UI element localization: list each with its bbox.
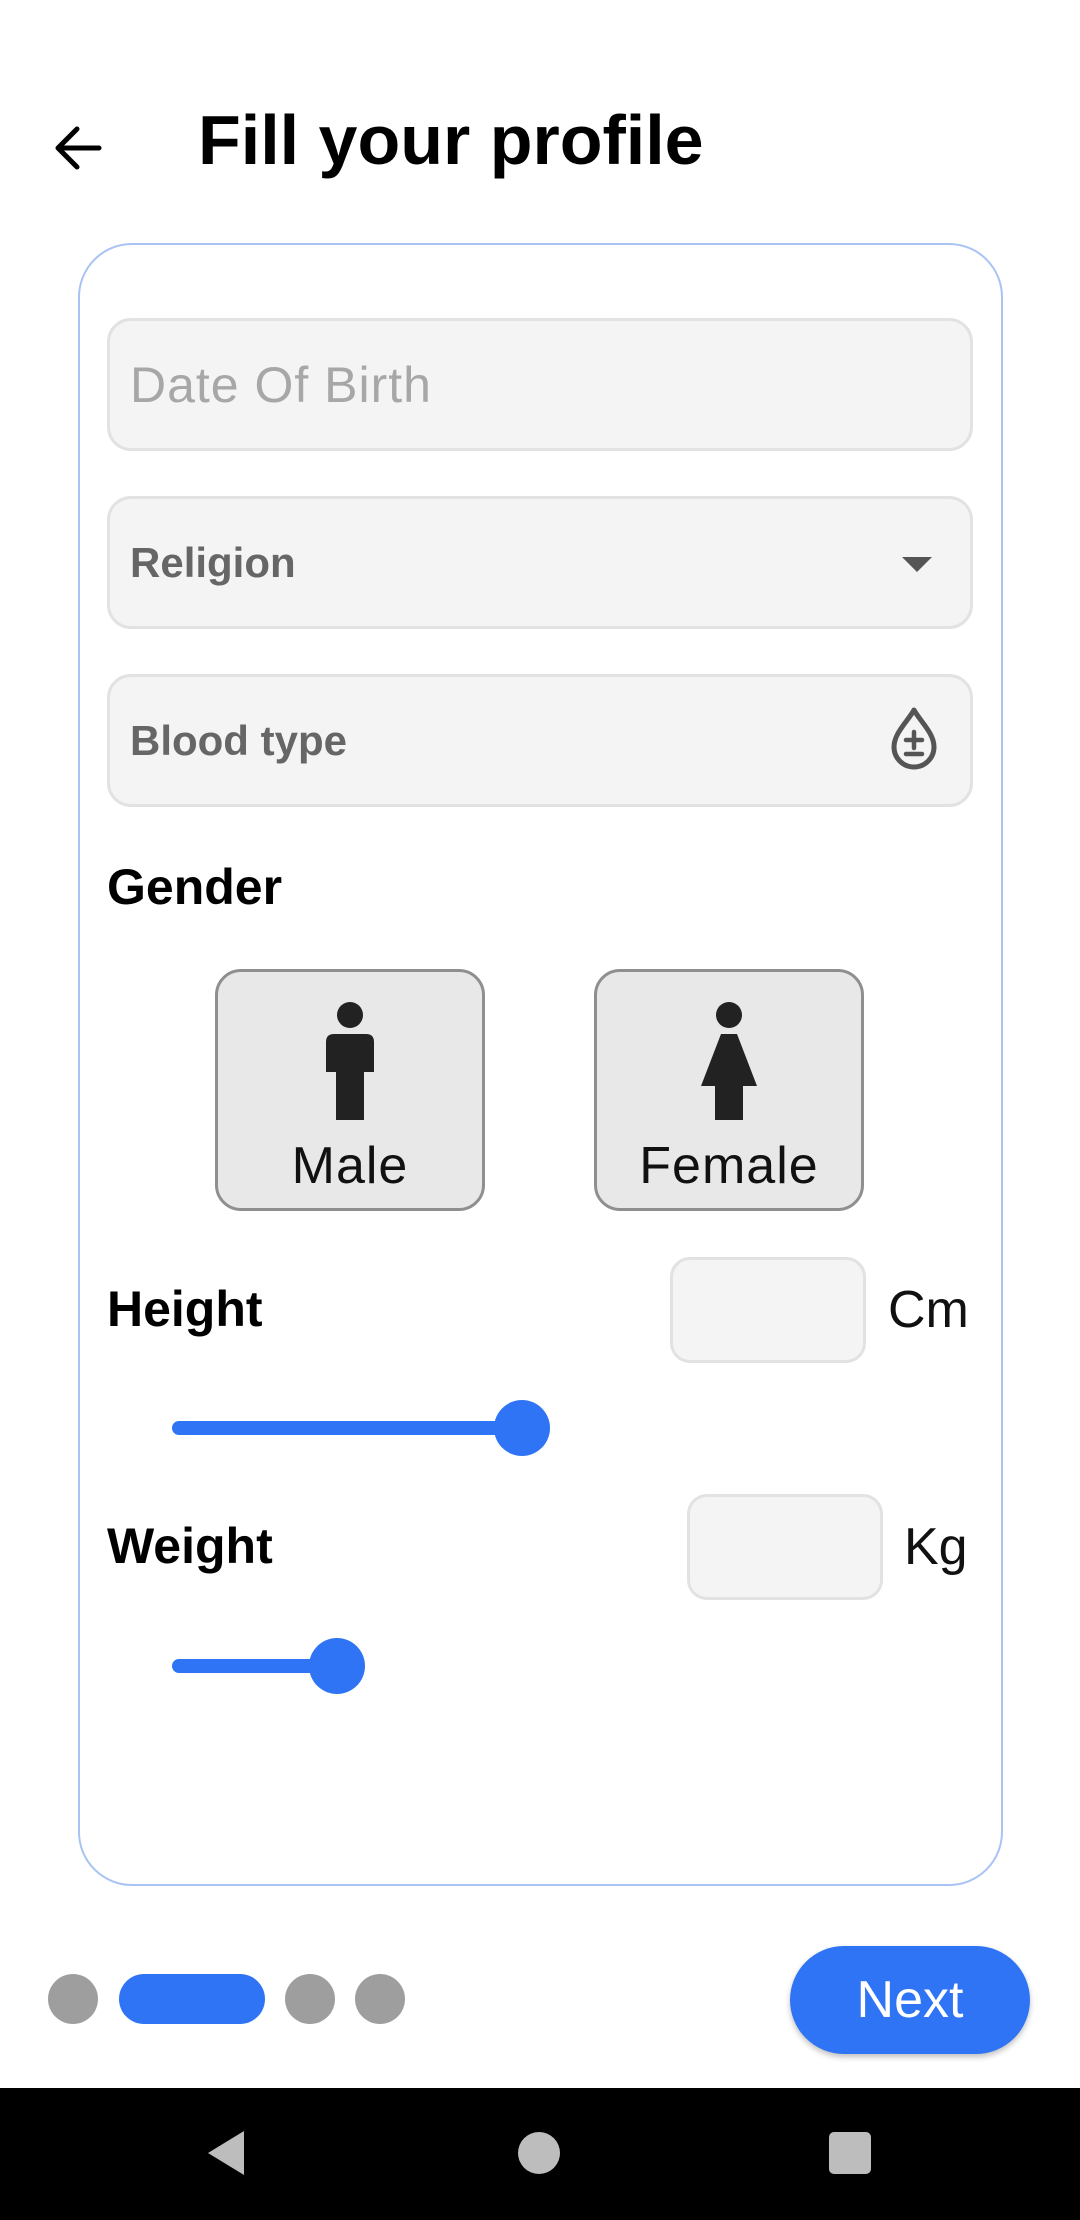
male-person-icon [326, 1002, 374, 1120]
header: Fill your profile [0, 0, 1080, 230]
weight-slider-thumb[interactable] [309, 1638, 365, 1694]
page-dot [48, 1974, 98, 2024]
blood-type-field[interactable]: Blood type [107, 674, 973, 807]
weight-slider[interactable] [172, 1638, 672, 1694]
height-slider-track [172, 1421, 522, 1435]
gender-label: Gender [107, 859, 283, 915]
date-of-birth-placeholder: Date Of Birth [130, 356, 432, 413]
page-dot-active [119, 1974, 265, 2024]
weight-unit: Kg [904, 1518, 968, 1576]
height-unit: Cm [888, 1281, 969, 1339]
gender-female-button[interactable]: Female [594, 969, 864, 1211]
religion-dropdown[interactable]: Religion [107, 496, 973, 629]
nav-home-icon[interactable] [518, 2132, 560, 2174]
gender-male-label: Male [291, 1137, 409, 1195]
height-slider-thumb[interactable] [494, 1400, 550, 1456]
nav-back-icon[interactable] [204, 2128, 248, 2178]
religion-label: Religion [130, 538, 296, 586]
arrow-left-icon [55, 126, 102, 170]
nav-recent-icon[interactable] [829, 2132, 871, 2174]
date-of-birth-field[interactable]: Date Of Birth [107, 318, 973, 451]
next-button[interactable]: Next [790, 1946, 1030, 2054]
blood-drop-plus-minus-icon [891, 707, 937, 770]
back-button[interactable] [40, 110, 116, 186]
height-input[interactable] [670, 1257, 866, 1363]
height-label: Height [107, 1281, 263, 1337]
height-slider[interactable] [172, 1400, 672, 1456]
weight-input[interactable] [687, 1494, 883, 1600]
dropdown-arrow-icon [902, 557, 932, 572]
page-title: Fill your profile [198, 101, 704, 179]
gender-female-label: Female [639, 1137, 819, 1195]
page-dot [285, 1974, 335, 2024]
blood-type-label: Blood type [130, 716, 347, 764]
gender-male-button[interactable]: Male [215, 969, 485, 1211]
page-dot [355, 1974, 405, 2024]
system-navigation-bar [0, 2088, 1080, 2220]
female-person-icon [701, 1002, 757, 1120]
weight-label: Weight [107, 1518, 273, 1574]
